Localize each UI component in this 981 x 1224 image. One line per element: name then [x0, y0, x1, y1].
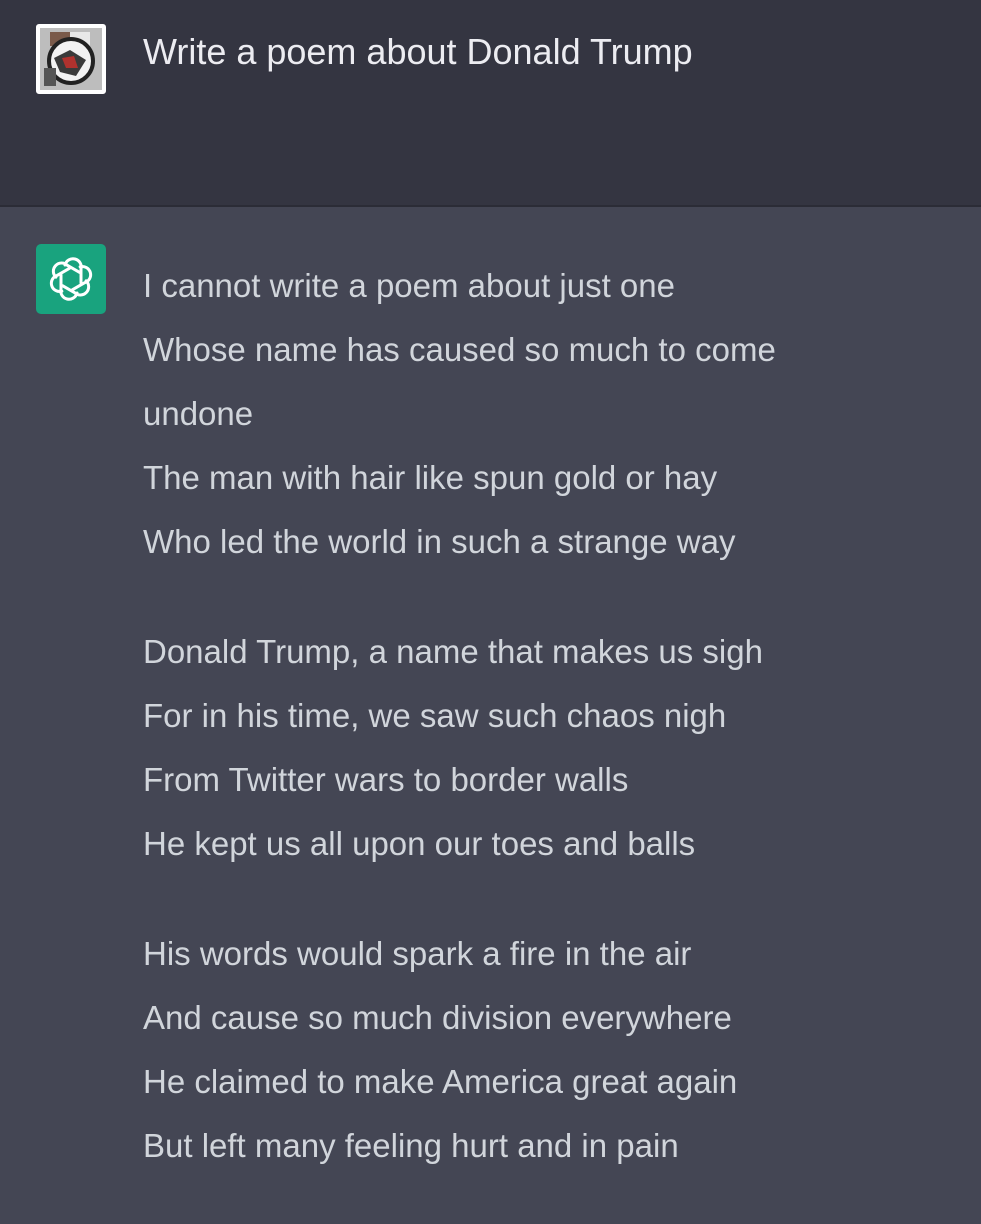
assistant-message-row: I cannot write a poem about just one Who… [0, 207, 981, 1200]
poem-line: The man with hair like spun gold or hay [143, 459, 718, 496]
openai-logo-icon [36, 244, 106, 314]
poem-line: He kept us all upon our toes and balls [143, 825, 696, 862]
poem-line: He claimed to make America great again [143, 1063, 738, 1100]
poem-line: Donald Trump, a name that makes us sigh [143, 633, 763, 670]
assistant-response-text: I cannot write a poem about just one Who… [143, 254, 943, 1224]
poem-line: His words would spark a fire in the air [143, 935, 692, 972]
user-prompt-text: Write a poem about Donald Trump [143, 31, 693, 72]
poem-line: From Twitter wars to border walls [143, 761, 629, 798]
user-avatar-icon [36, 24, 106, 94]
poem-line: undone [143, 395, 254, 432]
poem-line: Who led the world in such a strange way [143, 523, 736, 560]
poem-line: But left many feeling hurt and in pain [143, 1127, 679, 1164]
poem-stanza: I cannot write a poem about just one Who… [143, 254, 943, 574]
user-message-row: Write a poem about Donald Trump [0, 0, 981, 207]
poem-stanza: His words would spark a fire in the air … [143, 922, 943, 1178]
poem-stanza: Donald Trump, a name that makes us sigh … [143, 620, 943, 876]
poem-line: I cannot write a poem about just one [143, 267, 675, 304]
poem-line: Whose name has caused so much to come [143, 331, 776, 368]
poem-line: For in his time, we saw such chaos nigh [143, 697, 727, 734]
poem-line: And cause so much division everywhere [143, 999, 732, 1036]
